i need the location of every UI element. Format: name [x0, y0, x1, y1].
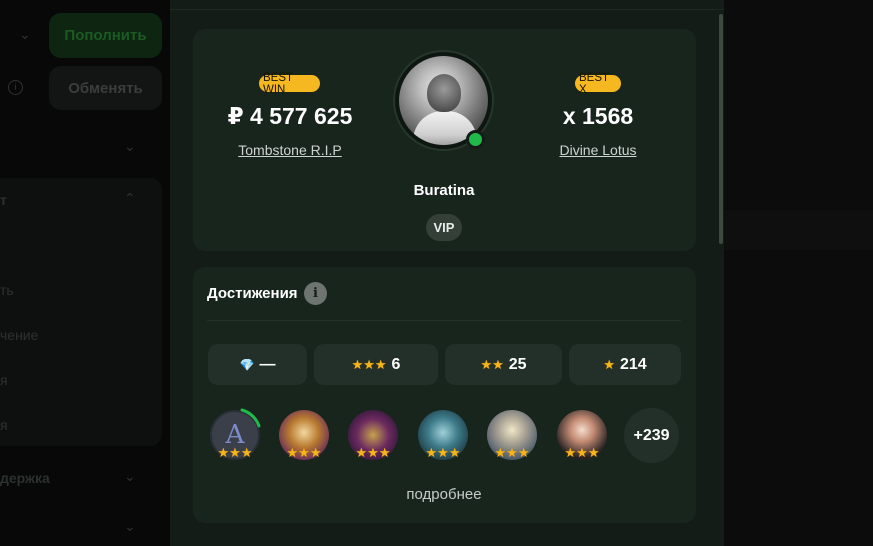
background-right	[724, 0, 873, 546]
menu-fragment: я	[0, 417, 8, 433]
menu-fragment: ть	[0, 282, 14, 298]
diamond-icon: 💎	[239, 357, 255, 372]
three-stars-icon: ★★★	[351, 356, 387, 372]
best-win-game-link[interactable]: Tombstone R.I.P	[210, 142, 370, 158]
best-win-value: ₽ 4 577 625	[227, 103, 353, 129]
best-x-game-link[interactable]: Divine Lotus	[538, 142, 658, 158]
star-icon: ★	[603, 356, 615, 372]
counter-value: 214	[619, 355, 647, 373]
username: Buratina	[413, 182, 475, 199]
best-x-badge: BEST X	[575, 72, 621, 96]
achievements-card	[193, 267, 696, 523]
best-win-badge: BEST WIN	[259, 72, 320, 96]
menu-fragment: я	[0, 372, 8, 388]
topup-button[interactable]: Пополнить	[49, 13, 162, 58]
menu-fragment: т	[0, 192, 7, 208]
modal-header-edge	[170, 0, 724, 10]
game-stars: ★ ★ ★	[564, 445, 600, 460]
vip-badge: VIP	[426, 214, 462, 241]
chevron-down-icon: ⌄	[124, 138, 136, 154]
counter-value: 6	[391, 355, 401, 373]
exchange-button[interactable]: Обменять	[49, 66, 162, 110]
background-menu-panel	[0, 178, 162, 446]
game-stars: ★ ★ ★	[286, 445, 322, 460]
chevron-down-icon: ⌄	[124, 468, 136, 484]
divider	[207, 320, 681, 321]
counter-diamond: 💎 —	[208, 344, 307, 385]
info-icon: i	[8, 80, 23, 95]
info-icon[interactable]: i	[304, 282, 327, 305]
achievements-title: Достижения	[207, 285, 298, 302]
two-stars-icon: ★★	[480, 356, 504, 372]
game-stars: ★ ★ ★	[355, 445, 391, 460]
counter-three-stars: ★★★ 6	[314, 344, 438, 385]
counter-value: 25	[508, 355, 527, 373]
counter-one-star: ★ 214	[569, 344, 681, 385]
chevron-down-icon: ⌄	[124, 518, 136, 534]
game-stars: ★ ★ ★	[217, 445, 253, 460]
details-link[interactable]: подробнее	[380, 486, 508, 503]
best-x-value: x 1568	[562, 103, 634, 129]
counter-two-stars: ★★ 25	[445, 344, 562, 385]
game-stars: ★ ★ ★	[425, 445, 461, 460]
chevron-up-icon: ⌃	[124, 190, 136, 206]
menu-fragment: держка	[0, 470, 50, 486]
counter-value: —	[259, 355, 276, 373]
scrollbar[interactable]	[719, 14, 723, 244]
more-games-button[interactable]: +239	[624, 408, 679, 463]
game-stars: ★ ★ ★	[494, 445, 530, 460]
chevron-down-icon: ⌄	[19, 26, 31, 42]
menu-fragment: чение	[0, 327, 39, 343]
online-indicator	[466, 130, 485, 149]
